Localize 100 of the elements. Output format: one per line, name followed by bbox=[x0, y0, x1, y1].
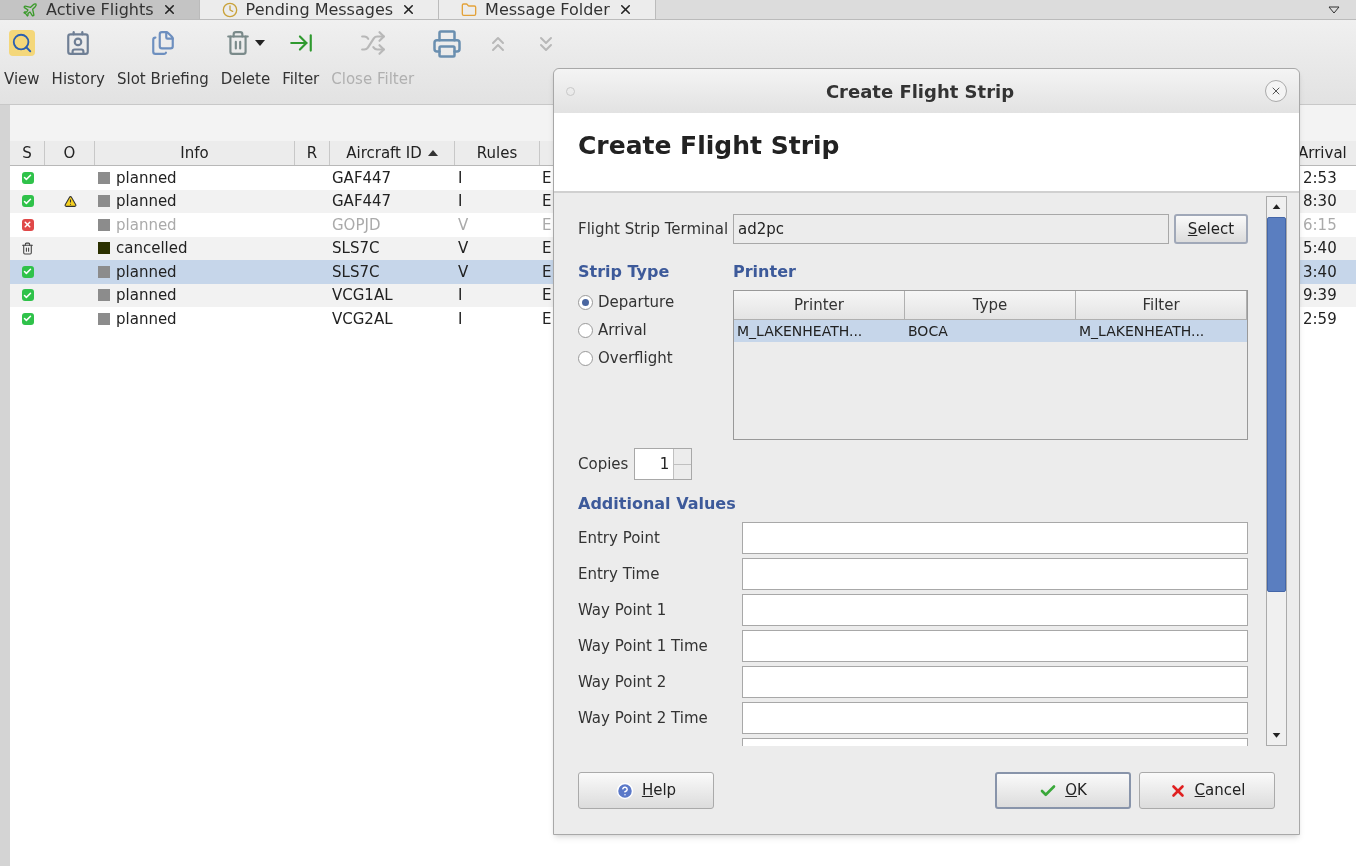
table-cell: 8:30 bbox=[1303, 192, 1337, 210]
window-title: Create Flight Strip bbox=[824, 79, 1016, 104]
input-field[interactable] bbox=[742, 666, 1248, 698]
close-icon bbox=[1270, 85, 1282, 97]
input-field[interactable]: ad2pc bbox=[733, 214, 1169, 244]
table-cell: 5:40 bbox=[1303, 239, 1337, 257]
input-field[interactable] bbox=[742, 522, 1248, 554]
section-heading: Strip Type bbox=[578, 261, 671, 283]
field-label: Way Point 1 bbox=[578, 599, 668, 621]
table-cell-text: planned bbox=[116, 214, 177, 236]
ok-status-icon bbox=[21, 312, 34, 325]
table-cell: 2:59 bbox=[1303, 309, 1337, 328]
radio-icon[interactable] bbox=[578, 294, 593, 310]
radio-option[interactable]: Departure bbox=[578, 288, 733, 316]
toolbar-button[interactable]: Filter bbox=[282, 28, 320, 91]
column-header[interactable]: Filter bbox=[1076, 291, 1247, 319]
table-cell: I bbox=[458, 168, 463, 187]
field-label: Entry Point bbox=[578, 527, 661, 549]
ok-status-icon bbox=[21, 265, 34, 278]
section-heading: Additional Values bbox=[578, 493, 737, 515]
table-cell: 6:15 bbox=[1303, 215, 1337, 234]
field-label: Way Point 2 Time bbox=[578, 707, 709, 729]
table-cell: GOPJD bbox=[332, 215, 381, 234]
table-cell-text: planned bbox=[116, 308, 177, 330]
table-cell: GAF447 bbox=[332, 168, 392, 187]
magnifier-icon bbox=[8, 30, 35, 56]
field-label: Way Point 1 Time bbox=[578, 635, 709, 657]
radio-option[interactable]: Arrival bbox=[578, 316, 733, 344]
radio-icon[interactable] bbox=[578, 350, 593, 366]
table-cell: 9:39 bbox=[1303, 286, 1337, 304]
column-header[interactable]: Printer bbox=[734, 291, 905, 319]
table-cell: E bbox=[542, 192, 552, 210]
table-cell-text: planned bbox=[116, 191, 177, 212]
input-field[interactable] bbox=[742, 594, 1248, 626]
toolbar-button[interactable]: View bbox=[4, 28, 40, 91]
table-cell: VCG1AL bbox=[332, 286, 393, 304]
section-heading: Printer bbox=[733, 261, 797, 283]
input-field[interactable] bbox=[742, 702, 1248, 734]
scrollbar-thumb[interactable] bbox=[1267, 217, 1286, 592]
table-cell: E bbox=[542, 262, 552, 281]
table-cell: I bbox=[458, 286, 463, 304]
caret-icon bbox=[255, 40, 266, 46]
table-cell: SLS7C bbox=[332, 262, 380, 281]
ok-status-icon bbox=[21, 195, 34, 208]
documents-icon bbox=[149, 30, 176, 56]
tab[interactable]: Pending Messages bbox=[199, 0, 440, 19]
table-cell: I bbox=[458, 309, 463, 328]
table-cell: VCG2AL bbox=[332, 309, 393, 328]
table-cell-text: M_LAKENHEATH... bbox=[1078, 321, 1206, 341]
table-cell: E bbox=[542, 215, 552, 234]
close-button[interactable] bbox=[1265, 80, 1287, 102]
table-cell: GAF447 bbox=[332, 192, 392, 210]
dialog-button[interactable]: OK bbox=[995, 772, 1131, 809]
dialog-button[interactable]: Help bbox=[578, 772, 714, 809]
folder-icon bbox=[461, 1, 478, 18]
plane-icon bbox=[22, 1, 38, 18]
toolbar-button[interactable]: Slot Briefing bbox=[117, 28, 209, 91]
input-field[interactable] bbox=[742, 630, 1248, 662]
sort-ascending-icon bbox=[427, 150, 438, 156]
copies-spinner[interactable]: 1 bbox=[634, 448, 693, 480]
crossed-arrows-icon bbox=[359, 30, 386, 56]
table-cell: V bbox=[458, 239, 469, 257]
table-cell-text: M_LAKENHEATH... bbox=[736, 321, 864, 341]
table-cell: E bbox=[542, 168, 552, 187]
error-status-icon bbox=[21, 218, 34, 231]
tab[interactable]: Active Flights bbox=[0, 0, 200, 19]
table-cell: I bbox=[458, 192, 463, 210]
table-cell-text: planned bbox=[116, 261, 177, 283]
scrollbar[interactable] bbox=[1266, 196, 1287, 746]
radio-option[interactable]: Overflight bbox=[578, 344, 733, 372]
toolbar-button[interactable]: Delete bbox=[220, 28, 271, 91]
printer-icon bbox=[432, 29, 463, 59]
column-header[interactable]: Type bbox=[905, 291, 1076, 319]
field-label: Way Point 2 bbox=[578, 671, 668, 693]
radio-icon[interactable] bbox=[578, 322, 593, 338]
tab[interactable]: Message Folder bbox=[439, 0, 656, 19]
ok-status-icon bbox=[21, 289, 34, 302]
trash-icon bbox=[225, 30, 252, 56]
dialog-heading: Create Flight Strip bbox=[578, 130, 840, 162]
table-cell-text: planned bbox=[116, 285, 177, 306]
table-cell: V bbox=[458, 262, 469, 281]
input-field[interactable] bbox=[742, 558, 1248, 590]
dialog-button[interactable]: Cancel bbox=[1139, 772, 1275, 809]
table-cell: E bbox=[542, 239, 552, 257]
table-cell: 2:53 bbox=[1303, 168, 1337, 187]
select-button[interactable]: Select bbox=[1174, 214, 1248, 244]
field-label: Entry Time bbox=[578, 563, 661, 585]
table-cell-text: planned bbox=[116, 167, 177, 189]
table-cell: 3:40 bbox=[1303, 262, 1337, 281]
card-icon bbox=[65, 30, 92, 56]
trash-icon bbox=[21, 241, 34, 255]
dropdown-icon[interactable] bbox=[1328, 5, 1340, 14]
field-label: Copies bbox=[578, 453, 629, 475]
toolbar-button[interactable]: History bbox=[51, 28, 105, 91]
table-cell: E bbox=[542, 286, 552, 304]
help-icon bbox=[615, 781, 634, 800]
table-cell-text: BOCA bbox=[907, 321, 949, 341]
table-cell-text: cancelled bbox=[116, 238, 188, 259]
printer-row[interactable]: M_LAKENHEATH... BOCA M_LAKENHEATH... bbox=[734, 320, 1247, 342]
clock-icon bbox=[221, 1, 238, 18]
